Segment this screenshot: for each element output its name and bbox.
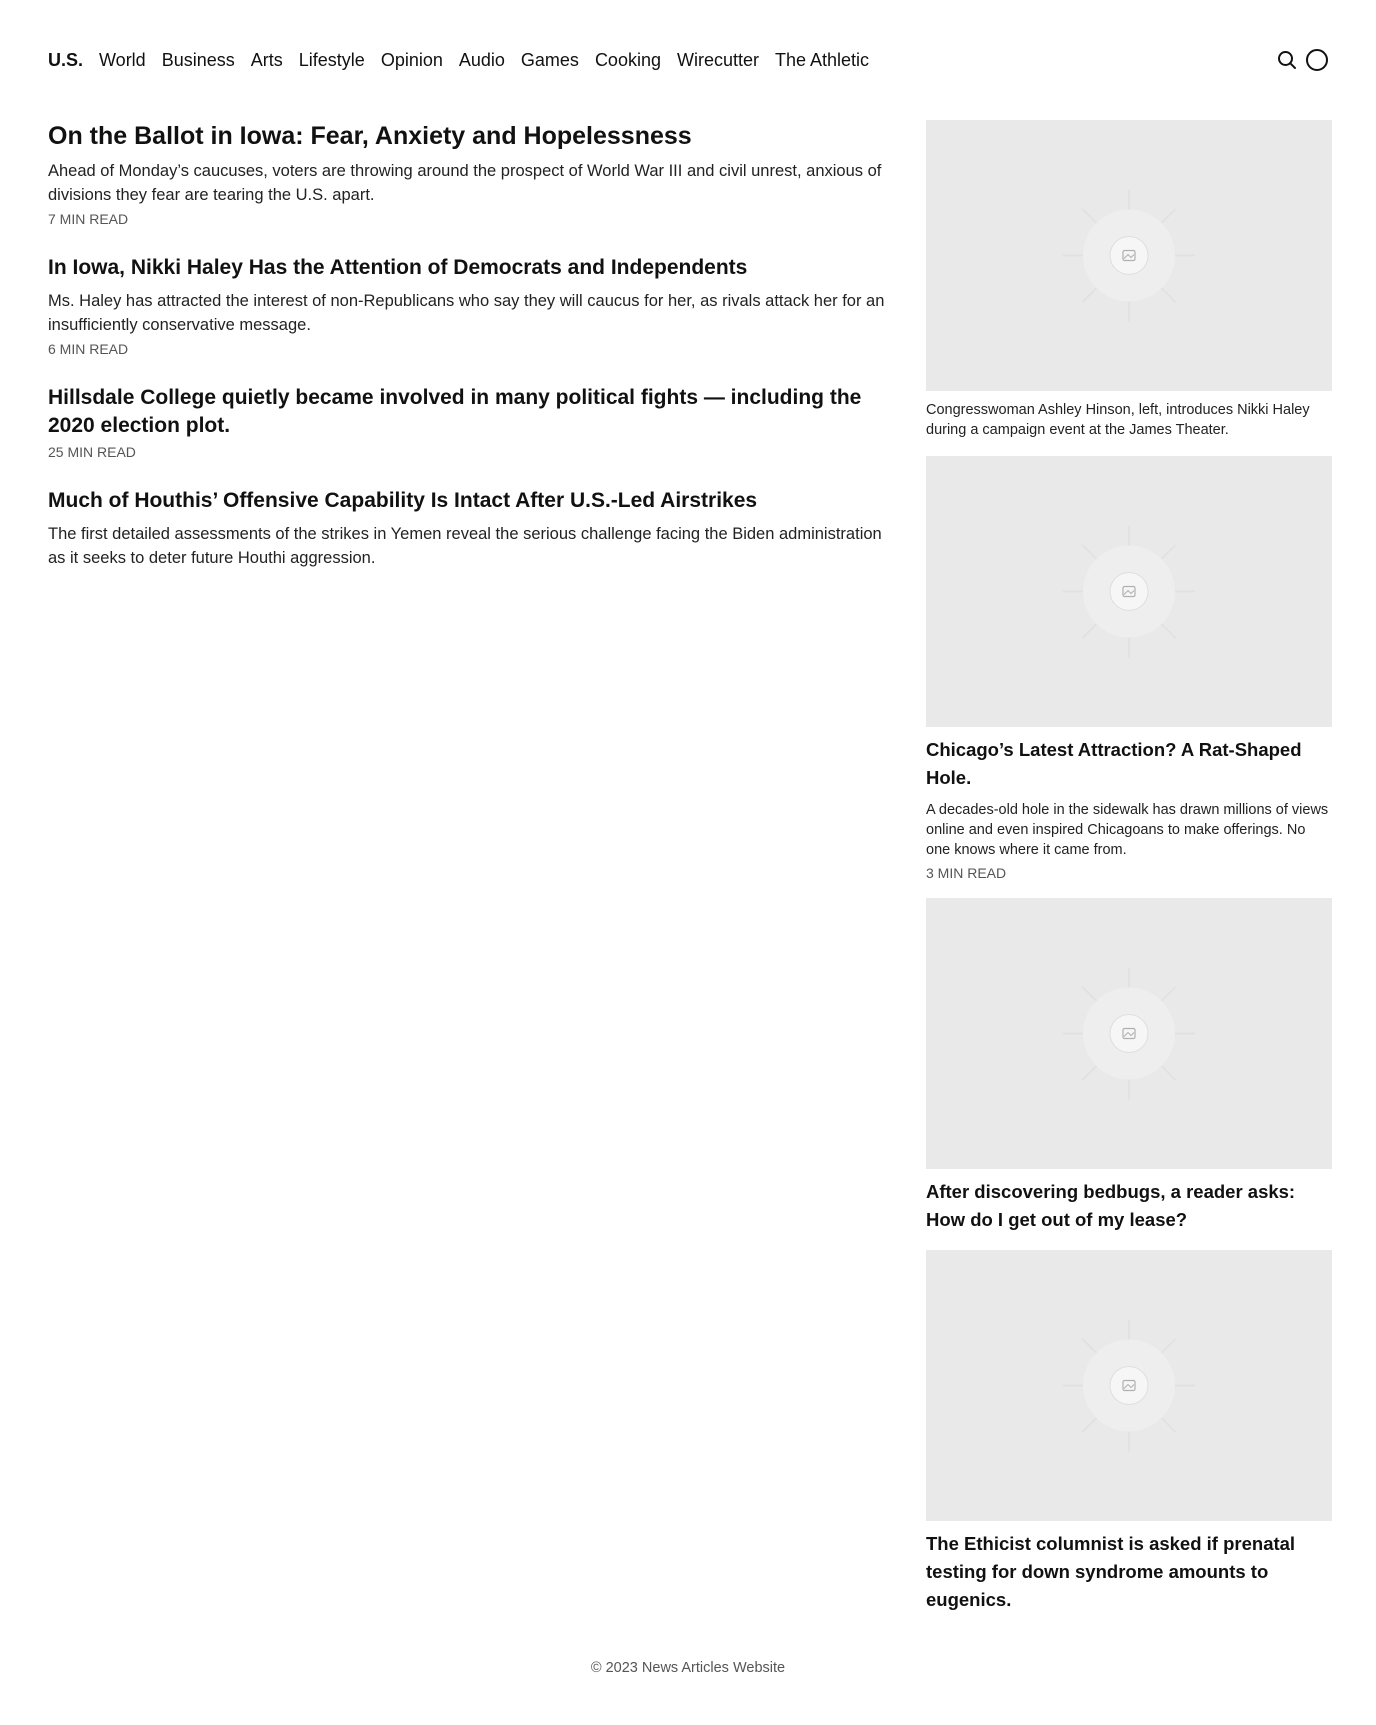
nav-item-arts[interactable]: Arts <box>251 50 283 71</box>
nav-item-us[interactable]: U.S. <box>48 50 83 71</box>
footer-copyright: © 2023 News Articles Website <box>590 1660 786 1676</box>
nav-item-cooking[interactable]: Cooking <box>595 50 661 71</box>
article-headline[interactable]: Much of Houthis’ Offensive Capability Is… <box>48 487 898 515</box>
article-summary: Ms. Haley has attracted the interest of … <box>48 292 885 334</box>
article-read-time: 6 MIN READ <box>48 341 129 357</box>
article-item: In Iowa, Nikki Haley Has the Attention o… <box>48 254 898 358</box>
top-navigation: U.S. World Business Arts Lifestyle Opini… <box>48 44 1328 76</box>
side-story-summary: A decades-old hole in the sidewalk has d… <box>926 802 1329 858</box>
side-story-read-time: 3 MIN READ <box>926 865 1007 881</box>
article-item: Hillsdale College quietly became involve… <box>48 384 898 461</box>
side-column: Congresswoman Ashley Hinson, left, intro… <box>926 120 1332 1630</box>
image-caption: Congresswoman Ashley Hinson, left, intro… <box>926 402 1310 438</box>
side-story-headline[interactable]: The Ethicist columnist is asked if prena… <box>926 1530 1332 1614</box>
article-item: Much of Houthis’ Offensive Capability Is… <box>48 487 898 570</box>
account-circle-icon[interactable] <box>1306 49 1328 71</box>
main-article-list: On the Ballot in Iowa: Fear, Anxiety and… <box>48 120 898 596</box>
nav-item-world[interactable]: World <box>99 50 146 71</box>
nav-item-opinion[interactable]: Opinion <box>381 50 443 71</box>
story-image[interactable] <box>926 456 1332 727</box>
article-item: On the Ballot in Iowa: Fear, Anxiety and… <box>48 120 898 228</box>
nav-item-audio[interactable]: Audio <box>459 50 505 71</box>
side-story: The Ethicist columnist is asked if prena… <box>926 1250 1332 1614</box>
story-image[interactable] <box>926 120 1332 391</box>
article-read-time: 7 MIN READ <box>48 211 129 227</box>
story-image[interactable] <box>926 898 1332 1169</box>
side-story: Congresswoman Ashley Hinson, left, intro… <box>926 120 1332 440</box>
article-read-time: 25 MIN READ <box>48 444 136 460</box>
page-footer: © 2023 News Articles Website <box>0 1660 1376 1676</box>
side-story-headline[interactable]: Chicago’s Latest Attraction? A Rat-Shape… <box>926 736 1332 792</box>
nav-item-lifestyle[interactable]: Lifestyle <box>299 50 365 71</box>
story-image[interactable] <box>926 1250 1332 1521</box>
nav-item-games[interactable]: Games <box>521 50 579 71</box>
section-nav: U.S. World Business Arts Lifestyle Opini… <box>48 50 885 71</box>
article-summary: The first detailed assessments of the st… <box>48 525 882 567</box>
nav-item-business[interactable]: Business <box>162 50 235 71</box>
side-story: Chicago’s Latest Attraction? A Rat-Shape… <box>926 456 1332 882</box>
side-story: After discovering bedbugs, a reader asks… <box>926 898 1332 1234</box>
side-story-headline[interactable]: After discovering bedbugs, a reader asks… <box>926 1178 1332 1234</box>
article-headline[interactable]: On the Ballot in Iowa: Fear, Anxiety and… <box>48 120 898 152</box>
nav-tools <box>1276 49 1328 71</box>
article-headline[interactable]: In Iowa, Nikki Haley Has the Attention o… <box>48 254 898 282</box>
article-headline[interactable]: Hillsdale College quietly became involve… <box>48 384 898 440</box>
nav-item-wirecutter[interactable]: Wirecutter <box>677 50 759 71</box>
nav-item-the-athletic[interactable]: The Athletic <box>775 50 869 71</box>
article-summary: Ahead of Monday’s caucuses, voters are t… <box>48 162 882 204</box>
search-icon[interactable] <box>1276 49 1298 71</box>
